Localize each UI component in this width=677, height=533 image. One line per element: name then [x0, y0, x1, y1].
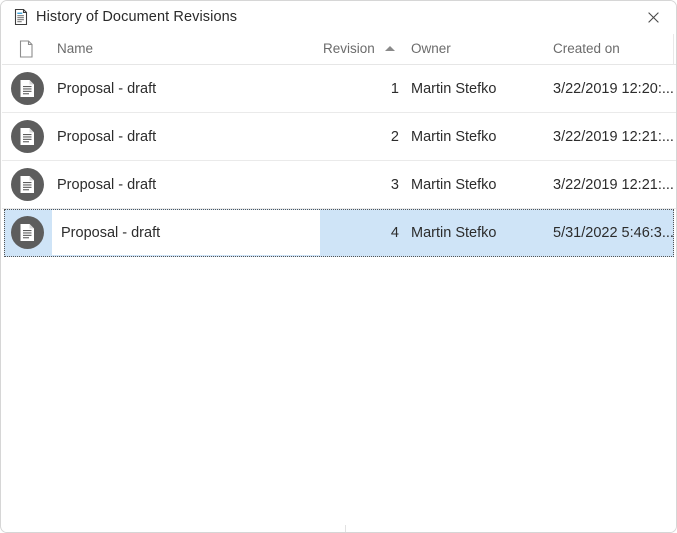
document-avatar-icon — [11, 216, 44, 249]
dialog-footer: Close — [2, 469, 676, 532]
column-header-created-on[interactable]: Created on — [553, 40, 620, 58]
cell-name[interactable]: Proposal - draft — [57, 127, 156, 147]
table-row[interactable]: Proposal - draft 2 Martin Stefko 3/22/20… — [2, 113, 676, 161]
cell-created-on: 3/22/2019 12:20:... — [553, 81, 674, 97]
window-title: History of Document Revisions — [36, 9, 238, 25]
cell-owner: Martin Stefko — [411, 81, 497, 97]
cell-name[interactable]: Proposal - draft — [61, 223, 160, 243]
cell-name[interactable]: Proposal - draft — [57, 79, 156, 99]
close-icon[interactable] — [631, 2, 675, 32]
cell-owner: Martin Stefko — [411, 177, 497, 193]
dialog-window: History of Document Revisions Name Revis… — [0, 0, 677, 533]
cell-created-on: 3/22/2019 12:21:... — [553, 129, 674, 145]
revisions-grid: Proposal - draft 1 Martin Stefko 3/22/20… — [2, 65, 676, 469]
cell-created-on: 3/22/2019 12:21:... — [553, 177, 674, 193]
cell-revision: 3 — [390, 177, 399, 193]
document-avatar-icon — [11, 120, 44, 153]
document-avatar-icon — [11, 168, 44, 201]
grid-column-header: Name Revision Owner Created on — [2, 34, 676, 65]
cell-owner: Martin Stefko — [411, 129, 497, 145]
column-header-name[interactable]: Name — [57, 40, 93, 58]
title-bar: History of Document Revisions — [1, 1, 676, 34]
cell-revision: 1 — [390, 81, 399, 97]
table-row[interactable]: Proposal - draft 3 Martin Stefko 3/22/20… — [2, 161, 676, 209]
cell-revision: 4 — [390, 225, 399, 241]
cell-revision: 2 — [390, 129, 399, 145]
background-divider — [345, 525, 346, 532]
cell-owner: Martin Stefko — [411, 225, 497, 241]
cell-created-on: 5/31/2022 5:46:3... — [553, 225, 674, 241]
cell-name[interactable]: Proposal - draft — [57, 175, 156, 195]
column-header-revision[interactable]: Revision — [323, 40, 375, 58]
column-header-owner[interactable]: Owner — [411, 40, 451, 58]
file-icon — [19, 40, 35, 58]
document-avatar-icon — [11, 72, 44, 105]
document-icon — [12, 8, 30, 26]
sort-ascending-icon[interactable] — [385, 46, 395, 51]
table-row[interactable]: Proposal - draft 1 Martin Stefko 3/22/20… — [2, 65, 676, 113]
table-row-selected[interactable]: Proposal - draft 4 Martin Stefko 5/31/20… — [4, 209, 674, 257]
